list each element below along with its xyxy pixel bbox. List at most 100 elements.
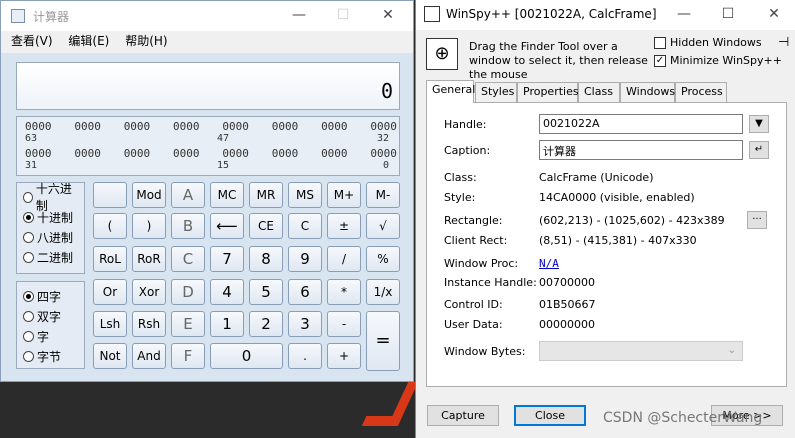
finder-tool-icon[interactable]: ⊕ (426, 38, 458, 70)
bit-group: 0000 (222, 147, 249, 160)
key-xor[interactable]: Xor (132, 279, 166, 305)
key-multiply[interactable]: * (327, 279, 361, 305)
key-lsh[interactable]: Lsh (93, 311, 127, 337)
capture-button[interactable]: Capture (427, 405, 499, 426)
radio-label: 十进制 (37, 210, 74, 225)
key-decimal[interactable]: . (288, 343, 322, 369)
key-ce[interactable]: CE (249, 213, 283, 239)
close-icon[interactable]: ✕ (752, 0, 795, 30)
chevron-down-icon[interactable]: ▼ (749, 115, 769, 133)
key-c[interactable]: C (288, 213, 322, 239)
radio-label: 二进制 (37, 250, 74, 265)
window-bytes-combo[interactable]: ⌄ (539, 341, 743, 361)
radio-qword[interactable]: 四字 (23, 286, 78, 306)
radio-hex[interactable]: 十六进制 (23, 182, 78, 213)
word-size-group: 四字 双字 字 字节 (16, 281, 85, 369)
caption-label: Caption: (444, 144, 491, 157)
key-9[interactable]: 9 (288, 246, 322, 272)
class-label: Class: (444, 171, 477, 184)
bit-group: 0000 (271, 120, 299, 133)
key-divide[interactable]: / (327, 246, 361, 272)
checkmark-icon: ✓ (654, 54, 666, 67)
caption-field[interactable]: 计算器 (539, 140, 743, 160)
key-add[interactable]: + (327, 343, 361, 369)
handle-field[interactable]: 0021022A (539, 114, 743, 134)
minimize-icon[interactable]: — (277, 1, 321, 31)
key-percent[interactable]: % (366, 246, 400, 272)
key-1[interactable]: 1 (210, 311, 244, 337)
key-mr[interactable]: MR (249, 182, 283, 208)
key-reciprocal[interactable]: 1/x (366, 279, 400, 305)
more-options-icon[interactable]: ··· (747, 211, 767, 229)
key-mplus[interactable]: M+ (327, 182, 361, 208)
menu-help[interactable]: 帮助(H) (125, 31, 167, 51)
window-proc-link[interactable]: N/A (539, 257, 559, 270)
key-equals[interactable]: = (366, 311, 400, 371)
radio-bin[interactable]: 二进制 (23, 247, 78, 267)
key-rparen[interactable]: ) (132, 213, 166, 239)
radio-label: 字节 (37, 349, 62, 364)
key-6[interactable]: 6 (288, 279, 322, 305)
pin-icon[interactable]: ⊣ (778, 35, 789, 50)
tab-properties[interactable]: Properties (517, 82, 579, 102)
bit-group: 0000 (123, 120, 151, 133)
radio-dword[interactable]: 双字 (23, 306, 78, 326)
calculator-window: 计算器 — ☐ ✕ 查看(V) 编辑(E) 帮助(H) 0 0000 0000 … (0, 0, 414, 382)
radio-byte[interactable]: 字节 (23, 346, 78, 366)
key-5[interactable]: 5 (249, 279, 283, 305)
radio-oct[interactable]: 八进制 (23, 227, 78, 247)
key-not[interactable]: Not (93, 343, 127, 369)
key-sqrt[interactable]: √ (366, 213, 400, 239)
radio-word[interactable]: 字 (23, 326, 78, 346)
tab-windows[interactable]: Windows (620, 82, 675, 102)
minimize-winspy-checkbox[interactable]: ✓ Minimize WinSpy++ (654, 54, 782, 67)
maximize-icon[interactable]: ☐ (321, 1, 365, 31)
key-or[interactable]: Or (93, 279, 127, 305)
key-7[interactable]: 7 (210, 246, 244, 272)
key-plusminus[interactable]: ± (327, 213, 361, 239)
key-f[interactable]: F (171, 343, 205, 369)
hidden-windows-checkbox[interactable]: Hidden Windows (654, 36, 762, 49)
close-button[interactable]: Close (514, 405, 586, 426)
bit-group: 0000 (25, 147, 52, 160)
key-rol[interactable]: RoL (93, 246, 127, 272)
enter-icon[interactable]: ↵ (749, 141, 769, 159)
rectangle-value: (602,213) - (1025,602) - 423x389 (539, 214, 725, 227)
minimize-icon[interactable]: — (662, 0, 706, 30)
tab-general[interactable]: General (426, 80, 475, 103)
key-hex-c[interactable]: C (171, 246, 205, 272)
radio-dot-icon (23, 310, 34, 322)
maximize-icon[interactable]: ☐ (706, 0, 750, 30)
key-blank[interactable] (93, 182, 127, 208)
key-4[interactable]: 4 (210, 279, 244, 305)
key-lparen[interactable]: ( (93, 213, 127, 239)
tab-styles[interactable]: Styles (475, 82, 517, 102)
key-8[interactable]: 8 (249, 246, 283, 272)
key-mod[interactable]: Mod (132, 182, 166, 208)
key-b[interactable]: B (171, 213, 205, 239)
tab-class[interactable]: Class (578, 82, 620, 102)
key-d[interactable]: D (171, 279, 205, 305)
tab-process[interactable]: Process (675, 82, 727, 102)
calculator-title: 计算器 (33, 10, 70, 24)
key-ms[interactable]: MS (288, 182, 322, 208)
bit-index: 47 (217, 133, 230, 144)
key-backspace[interactable]: ⟵ (210, 213, 244, 239)
key-a[interactable]: A (171, 182, 205, 208)
key-e[interactable]: E (171, 311, 205, 337)
menu-edit[interactable]: 编辑(E) (68, 31, 109, 51)
key-ror[interactable]: RoR (132, 246, 166, 272)
close-icon[interactable]: ✕ (366, 1, 410, 31)
key-mc[interactable]: MC (210, 182, 244, 208)
key-mminus[interactable]: M- (366, 182, 400, 208)
key-subtract[interactable]: - (327, 311, 361, 337)
key-and[interactable]: And (132, 343, 166, 369)
key-rsh[interactable]: Rsh (132, 311, 166, 337)
radio-dec[interactable]: 十进制 (23, 207, 78, 227)
bit-group: 0000 (25, 120, 52, 133)
menu-view[interactable]: 查看(V) (11, 31, 53, 51)
key-2[interactable]: 2 (249, 311, 283, 337)
key-3[interactable]: 3 (288, 311, 322, 337)
key-0[interactable]: 0 (210, 343, 283, 369)
bit-index: 32 (377, 133, 390, 144)
